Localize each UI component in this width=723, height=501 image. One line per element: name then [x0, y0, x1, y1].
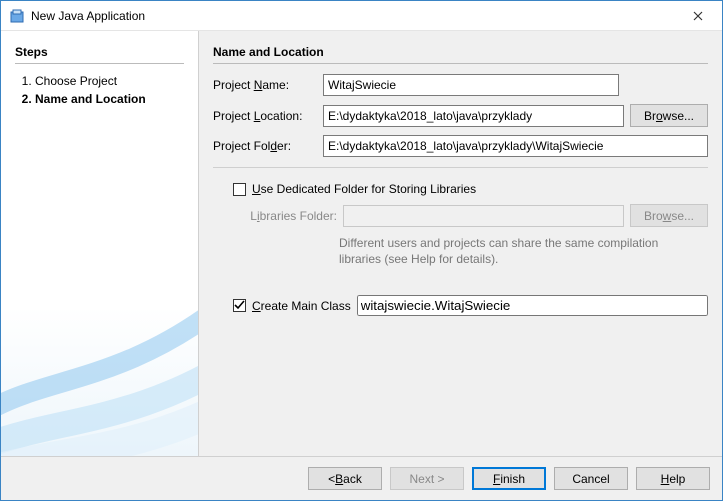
dedicated-folder-checkbox[interactable]: [233, 183, 246, 196]
close-button[interactable]: [678, 2, 718, 30]
project-location-input[interactable]: [323, 105, 624, 127]
browse-location-button[interactable]: Browse...: [630, 104, 708, 127]
libraries-folder-input: [343, 205, 624, 227]
dedicated-folder-label[interactable]: Use Dedicated Folder for Storing Librari…: [252, 182, 476, 196]
wizard-decoration: [1, 276, 199, 456]
libraries-folder-label: Libraries Folder:: [233, 209, 337, 223]
main-panel: Name and Location Project Name: Project …: [199, 31, 722, 456]
project-folder-input: [323, 135, 708, 157]
app-icon: [9, 8, 25, 24]
step-item: Choose Project: [35, 74, 184, 88]
cancel-button[interactable]: Cancel: [554, 467, 628, 490]
next-button: Next >: [390, 467, 464, 490]
main-class-input[interactable]: [357, 295, 708, 316]
wizard-footer: < Back Next > Finish Cancel Help: [1, 456, 722, 500]
create-main-class-checkbox[interactable]: [233, 299, 246, 312]
project-location-label: Project Location:: [213, 109, 317, 123]
project-folder-label: Project Folder:: [213, 139, 317, 153]
project-name-label: Project Name:: [213, 78, 317, 92]
step-item-current: Name and Location: [35, 92, 184, 106]
help-button[interactable]: Help: [636, 467, 710, 490]
back-button[interactable]: < Back: [308, 467, 382, 490]
browse-libraries-button: Browse...: [630, 204, 708, 227]
finish-button[interactable]: Finish: [472, 467, 546, 490]
project-name-input[interactable]: [323, 74, 619, 96]
steps-sidebar: Steps Choose Project Name and Location: [1, 31, 199, 456]
libraries-help-text: Different users and projects can share t…: [339, 235, 699, 267]
separator: [213, 167, 708, 168]
titlebar: New Java Application: [1, 1, 722, 31]
create-main-class-label[interactable]: Create Main Class: [252, 299, 351, 313]
main-heading: Name and Location: [213, 45, 708, 64]
window-title: New Java Application: [31, 9, 678, 23]
steps-heading: Steps: [15, 45, 184, 64]
